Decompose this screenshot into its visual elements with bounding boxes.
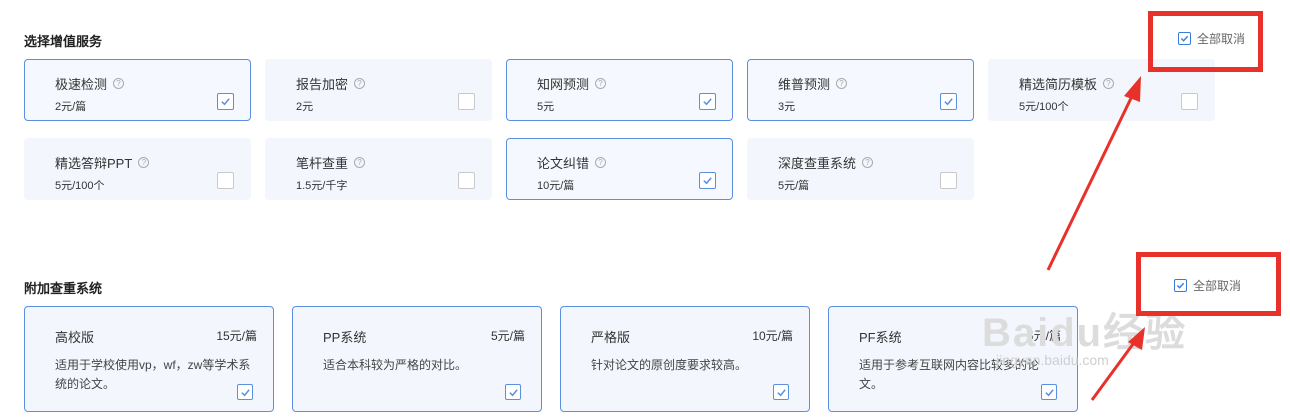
arrow-head-top [1124, 76, 1141, 102]
arrow-line-bottom [1090, 339, 1138, 401]
annotation-arrows [1046, 76, 1145, 401]
arrow-line-top [1046, 91, 1136, 271]
